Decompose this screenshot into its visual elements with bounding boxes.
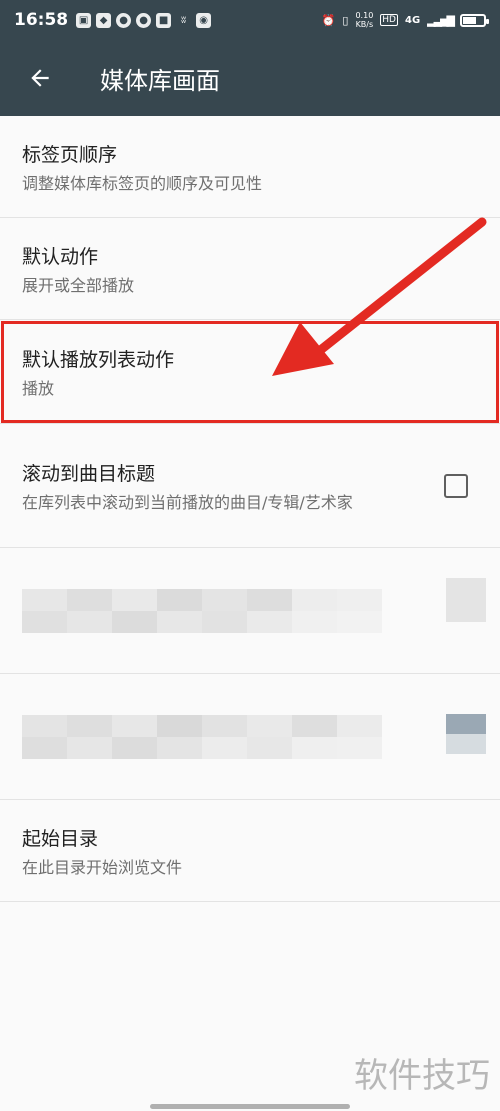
setting-title: 滚动到曲目标题 xyxy=(22,462,156,485)
setting-title: 默认动作 xyxy=(22,245,99,268)
page-title: 媒体库画面 xyxy=(100,66,220,95)
setting-tab-order[interactable]: 标签页顺序 调整媒体库标签页的顺序及可见性 xyxy=(0,116,500,218)
pixelated-content xyxy=(22,714,478,759)
chat-icon: ● xyxy=(136,12,152,28)
setting-pixelated[interactable] xyxy=(0,674,500,800)
setting-title: 标签页顺序 xyxy=(22,143,118,166)
setting-pixelated[interactable] xyxy=(0,548,500,674)
app-notification-icon: ◆ xyxy=(96,12,112,28)
pixelated-control xyxy=(446,578,486,622)
nfc-icon: ʬ xyxy=(181,14,187,26)
status-time: 16:58 xyxy=(14,10,69,30)
net-speed-value: 0.10 xyxy=(355,11,374,20)
app-notification-icon: ▣ xyxy=(76,12,92,28)
setting-subtitle: 展开或全部播放 xyxy=(22,275,135,295)
setting-title: 起始目录 xyxy=(22,827,99,850)
notification-icons: ▣ ◆ ● ● ■ ʬ ◉ xyxy=(76,12,212,28)
battery-level xyxy=(463,16,476,24)
app-bar: 媒体库画面 xyxy=(0,40,500,116)
setting-start-directory[interactable]: 起始目录 在此目录开始浏览文件 xyxy=(0,800,500,902)
back-arrow-icon xyxy=(31,69,49,87)
setting-subtitle: 在库列表中滚动到当前播放的曲目/专辑/艺术家 xyxy=(22,492,353,512)
alarm-icon: ⏰ xyxy=(321,13,336,27)
status-bar: 16:58 ▣ ◆ ● ● ■ ʬ ◉ ⏰ ▯ 0.10 KB/s HD 4G … xyxy=(0,0,500,40)
gesture-bar[interactable] xyxy=(150,1104,350,1109)
system-status-icons: ⏰ ▯ 0.10 KB/s HD 4G ▂▃▅▇ xyxy=(321,11,489,29)
setting-subtitle: 播放 xyxy=(22,378,55,398)
app-notification-icon: ■ xyxy=(156,12,172,28)
setting-default-playlist-action[interactable]: 默认播放列表动作 播放 xyxy=(0,320,500,424)
net-speed: 0.10 KB/s xyxy=(355,11,373,29)
settings-list: 标签页顺序 调整媒体库标签页的顺序及可见性 默认动作 展开或全部播放 默认播放列… xyxy=(0,116,500,902)
setting-scroll-to-track-title[interactable]: 滚动到曲目标题 在库列表中滚动到当前播放的曲目/专辑/艺术家 xyxy=(0,424,500,548)
setting-subtitle: 在此目录开始浏览文件 xyxy=(22,857,183,877)
app-notification-icon: ● xyxy=(116,12,132,28)
pixelated-control xyxy=(446,714,486,754)
setting-default-action[interactable]: 默认动作 展开或全部播放 xyxy=(0,218,500,320)
net-speed-unit: KB/s xyxy=(355,20,374,29)
setting-subtitle: 调整媒体库标签页的顺序及可见性 xyxy=(22,173,263,193)
vibrate-icon: ▯ xyxy=(342,13,349,27)
location-icon: ◉ xyxy=(196,12,212,28)
back-button[interactable] xyxy=(0,40,80,116)
pixelated-content xyxy=(22,588,478,633)
scroll-to-track-checkbox[interactable] xyxy=(444,474,468,498)
signal-icon: ▂▃▅▇ xyxy=(427,13,455,27)
watermark: 软件技巧 xyxy=(354,1056,490,1096)
hd-badge: HD xyxy=(380,14,398,26)
signal-label: 4G xyxy=(404,14,421,26)
battery-icon xyxy=(460,13,489,27)
setting-title: 默认播放列表动作 xyxy=(22,348,175,371)
